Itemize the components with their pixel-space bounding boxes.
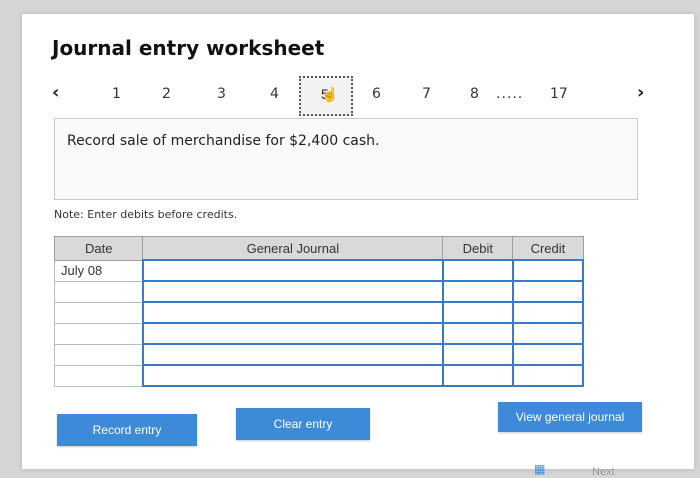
next-page-icon[interactable]: › — [637, 82, 644, 103]
journal-header-row: Date General Journal Debit Credit — [53, 236, 584, 261]
account-input[interactable] — [141, 343, 444, 366]
debit-input[interactable] — [441, 259, 514, 282]
record-entry-button[interactable]: Record entry — [57, 414, 197, 446]
journal-table: Date General Journal Debit Credit July 0… — [53, 236, 585, 387]
credit-column-header: Credit — [512, 236, 584, 261]
page-ellipsis: ..... — [496, 86, 524, 102]
page-title: Journal entry worksheet — [52, 36, 325, 60]
debit-input[interactable] — [441, 364, 514, 387]
account-input[interactable] — [141, 259, 444, 282]
transaction-prompt-box: Record sale of merchandise for $2,400 ca… — [54, 118, 638, 200]
credit-input[interactable] — [511, 322, 585, 345]
table-row — [53, 280, 585, 303]
page-3-link[interactable]: 3 — [217, 86, 226, 102]
prev-page-icon[interactable]: ‹ — [52, 82, 59, 103]
date-cell — [53, 364, 144, 387]
page-17-link[interactable]: 17 — [550, 86, 568, 102]
page-navigator: ‹ 1 2 3 4 5 ☝ 6 7 8 ..... 17 › — [52, 76, 662, 120]
instruction-note: Note: Enter debits before credits. — [54, 208, 238, 221]
pointer-hand-icon: ☝ — [321, 86, 339, 102]
grid-icon[interactable]: ▦ — [534, 463, 550, 475]
next-link[interactable]: Next — [592, 466, 615, 478]
date-cell — [53, 280, 144, 303]
credit-input[interactable] — [511, 343, 585, 366]
page-8-link[interactable]: 8 — [470, 86, 479, 102]
date-cell — [53, 301, 144, 324]
table-row — [53, 343, 585, 366]
page-6-link[interactable]: 6 — [372, 86, 381, 102]
table-row: July 08 — [53, 259, 585, 282]
account-input[interactable] — [141, 301, 444, 324]
debit-input[interactable] — [441, 343, 514, 366]
page-5-link-active[interactable]: 5 ☝ — [299, 76, 353, 116]
debit-input[interactable] — [441, 322, 514, 345]
table-row — [53, 301, 585, 324]
page-4-link[interactable]: 4 — [270, 86, 279, 102]
table-row — [53, 364, 585, 387]
page-7-link[interactable]: 7 — [422, 86, 431, 102]
page-1-link[interactable]: 1 — [112, 86, 121, 102]
general-journal-column-header: General Journal — [142, 236, 444, 261]
date-cell — [53, 322, 144, 345]
date-cell: July 08 — [53, 259, 144, 282]
date-column-header: Date — [53, 236, 144, 261]
clear-entry-button[interactable]: Clear entry — [236, 408, 370, 440]
view-general-journal-button[interactable]: View general journal — [498, 402, 642, 432]
account-input[interactable] — [141, 322, 444, 345]
table-row — [53, 322, 585, 345]
account-input[interactable] — [141, 364, 444, 387]
debit-column-header: Debit — [442, 236, 514, 261]
debit-input[interactable] — [441, 301, 514, 324]
credit-input[interactable] — [511, 301, 585, 324]
journal-entry-worksheet-panel: Journal entry worksheet ‹ 1 2 3 4 5 ☝ 6 … — [22, 14, 694, 478]
page-2-link[interactable]: 2 — [162, 86, 171, 102]
credit-input[interactable] — [511, 280, 585, 303]
date-cell — [53, 343, 144, 366]
transaction-prompt: Record sale of merchandise for $2,400 ca… — [67, 133, 380, 149]
debit-input[interactable] — [441, 280, 514, 303]
credit-input[interactable] — [511, 364, 585, 387]
credit-input[interactable] — [511, 259, 585, 282]
account-input[interactable] — [141, 280, 444, 303]
